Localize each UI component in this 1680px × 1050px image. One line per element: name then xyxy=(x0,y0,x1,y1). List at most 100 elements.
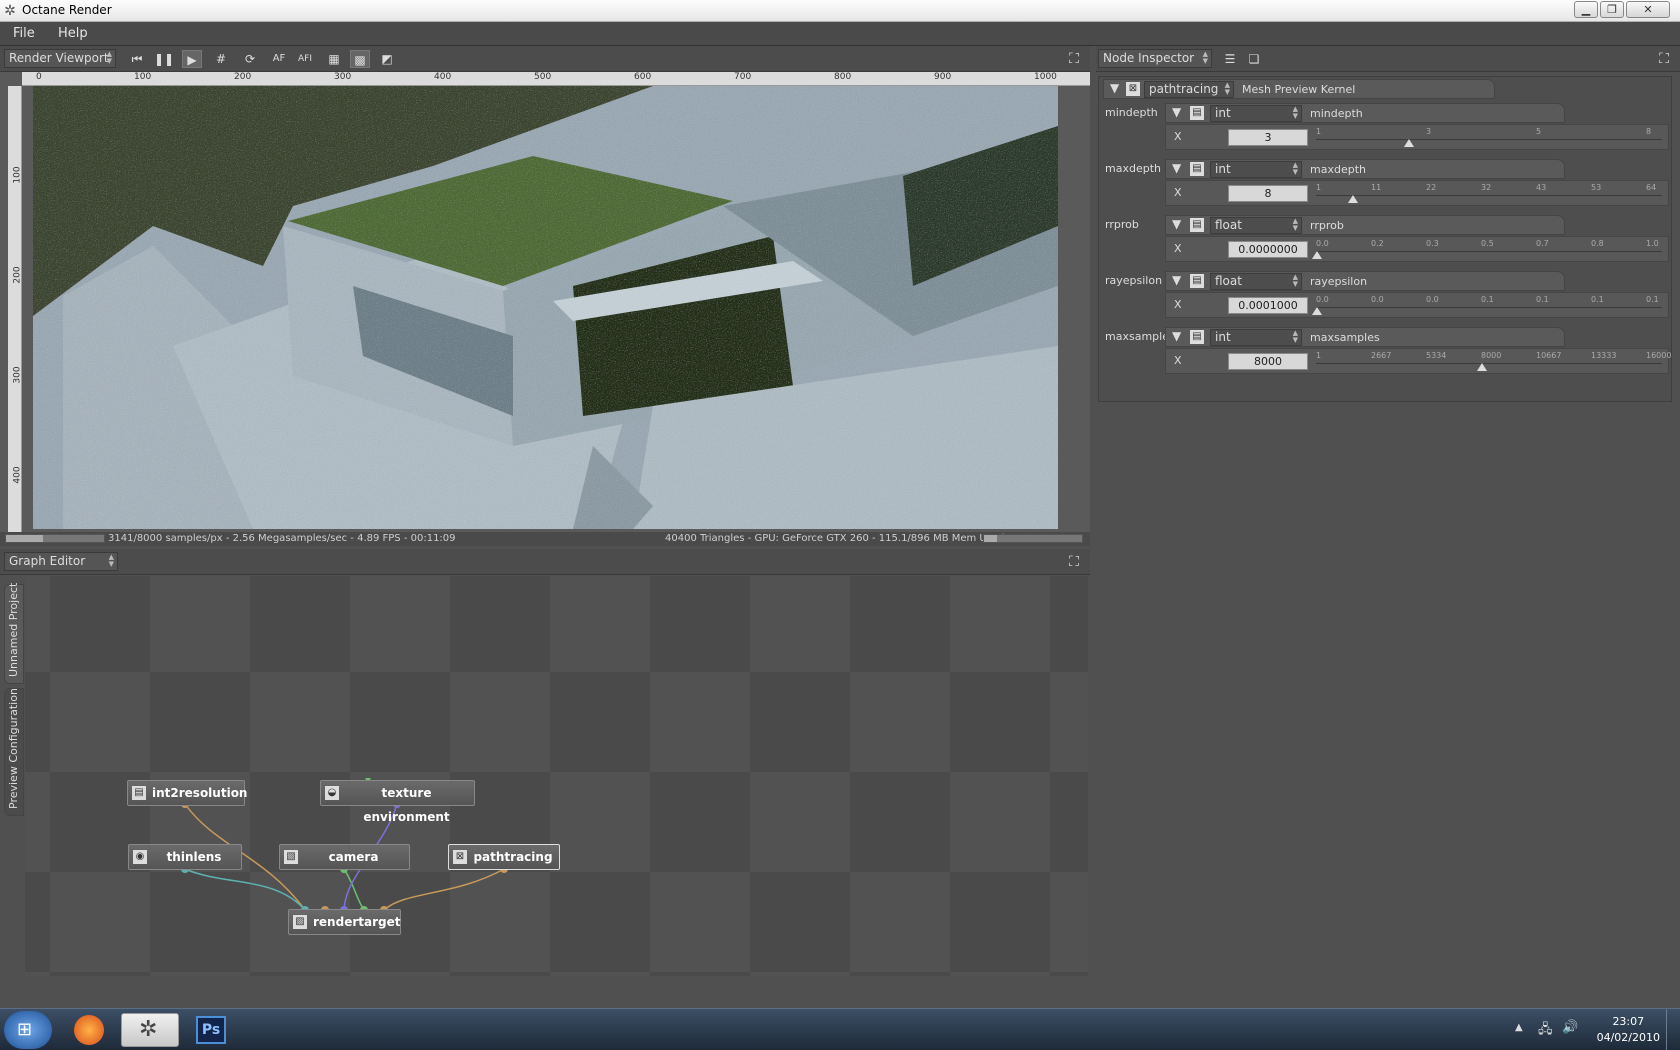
param-slider[interactable]: 0.0 0.2 0.3 0.5 0.7 0.8 1.0 xyxy=(1312,239,1662,259)
restore-button[interactable]: ❐ xyxy=(1600,1,1624,18)
param-type-combo[interactable]: int ▲ ▼ xyxy=(1210,105,1302,122)
node-label: pathtracing xyxy=(473,850,553,864)
node-pathtracing[interactable]: ⊠ pathtracing xyxy=(448,844,560,870)
taskbar-photoshop[interactable]: Ps xyxy=(183,1013,241,1047)
param-slider[interactable]: 1 3 5 8 xyxy=(1316,127,1662,147)
show-hidden-icons-icon[interactable]: ▲ xyxy=(1515,1022,1523,1033)
param-type-combo[interactable]: float ▲ ▼ xyxy=(1210,217,1302,234)
collapse-all-icon[interactable]: ☰ xyxy=(1220,50,1240,68)
menu-file[interactable]: File xyxy=(13,26,35,41)
menu-help[interactable]: Help xyxy=(58,26,88,41)
param-slider[interactable]: 0.0 0.0 0.0 0.1 0.1 0.1 0.1 xyxy=(1312,295,1662,315)
view-mode-alpha-icon[interactable]: ◩ xyxy=(377,50,397,68)
autofocus-image-button[interactable]: AFI xyxy=(295,50,315,68)
param-value-field[interactable]: 8000 xyxy=(1228,353,1308,370)
param-value-field[interactable]: 0.0001000 xyxy=(1228,297,1308,314)
taskbar-firefox[interactable] xyxy=(60,1013,118,1047)
slider-tick-label: 43 xyxy=(1536,183,1547,192)
slider-tick-label: 0.0 xyxy=(1316,239,1329,248)
collapse-arrow-icon[interactable]: ▼ xyxy=(1172,217,1181,231)
param-value-field[interactable]: 0.0000000 xyxy=(1228,241,1308,258)
taskbar-clock[interactable]: 23:07 04/02/2010 xyxy=(1597,1014,1660,1046)
tab-unnamed-project[interactable]: Unnamed Project xyxy=(4,583,24,684)
ruler-label: 900 xyxy=(934,72,952,82)
param-name: maxdepth xyxy=(1105,162,1161,175)
maximize-graph-icon[interactable]: ⛶ xyxy=(1066,554,1082,570)
view-mode-checker-icon[interactable]: ▩ xyxy=(350,50,370,68)
node-camera[interactable]: ▧ camera xyxy=(279,844,410,870)
node-inspector-combo[interactable]: Node Inspector ▲ ▼ xyxy=(1098,49,1212,68)
viewport-status-bar: 3141/8000 samples/px - 2.56 Megasamples/… xyxy=(0,532,1090,546)
slider-tick-label: 5 xyxy=(1536,127,1542,136)
node-int2resolution[interactable]: ▤ int2resolution xyxy=(127,780,247,806)
collapse-arrow-icon[interactable]: ▼ xyxy=(1172,161,1181,175)
value-node-icon: ▤ xyxy=(1190,330,1204,344)
memory-bar xyxy=(983,534,1083,543)
show-desktop-button[interactable] xyxy=(1666,1009,1680,1050)
slider-tick-label: 0.3 xyxy=(1426,239,1439,248)
ruler-label: 400 xyxy=(434,72,452,82)
view-mode-solid-icon[interactable]: ▦ xyxy=(324,50,344,68)
param-type-combo[interactable]: int ▲ ▼ xyxy=(1210,329,1302,346)
play-icon[interactable]: ▶ xyxy=(182,50,202,68)
collapse-arrow-icon[interactable]: ▼ xyxy=(1172,273,1181,287)
windows-logo-icon: ⊞ xyxy=(17,1019,33,1040)
maximize-inspector-icon[interactable]: ⛶ xyxy=(1656,51,1672,67)
render-stats: 3141/8000 samples/px - 2.56 Megasamples/… xyxy=(108,533,456,544)
param-type-combo[interactable]: int ▲ ▼ xyxy=(1210,161,1302,178)
param-value-field[interactable]: 3 xyxy=(1228,129,1308,146)
param-header-row: ▼ ▤ float ▲ ▼ rrprob xyxy=(1165,215,1565,235)
slider-thumb[interactable] xyxy=(1312,307,1322,315)
autofocus-button[interactable]: AF xyxy=(269,50,289,68)
slider-thumb[interactable] xyxy=(1404,139,1415,147)
network-icon[interactable]: 🖧 xyxy=(1538,1020,1553,1042)
grid-icon[interactable]: # xyxy=(211,50,231,68)
node-inspector-header: Node Inspector ▲ ▼ ☰ ❏ ⛶ xyxy=(1096,46,1680,72)
node-rendertarget[interactable]: ▨ rendertarget xyxy=(288,909,401,935)
param-type-combo[interactable]: float ▲ ▼ xyxy=(1210,273,1302,290)
graph-editor-combo[interactable]: Graph Editor ▲ ▼ xyxy=(4,552,118,571)
slider-thumb[interactable] xyxy=(1312,251,1322,259)
rewind-icon[interactable]: ⏮ xyxy=(127,50,147,68)
collapse-arrow-icon[interactable]: ▼ xyxy=(1110,81,1119,95)
graph-canvas[interactable]: ▤ int2resolution ◒ texture environment ◉… xyxy=(25,576,1088,976)
slider-tick-label: 2667 xyxy=(1371,351,1392,360)
title-bar: ✲ Octane Render ▁ ❐ ✕ xyxy=(0,0,1680,22)
render-image[interactable] xyxy=(33,86,1058,529)
photoshop-icon: Ps xyxy=(196,1016,226,1044)
render-viewport-combo[interactable]: Render Viewport ▲ ▼ xyxy=(4,49,116,68)
maximize-viewport-icon[interactable]: ⛶ xyxy=(1066,51,1082,67)
param-value-row: X31358 xyxy=(1165,124,1669,150)
graph-editor-header: Graph Editor ▲ ▼ ⛶ xyxy=(0,549,1090,575)
param-value-field[interactable]: 8 xyxy=(1228,185,1308,202)
slider-track xyxy=(1316,195,1662,196)
node-thinlens[interactable]: ◉ thinlens xyxy=(128,844,242,870)
taskbar-octane[interactable]: ✲ xyxy=(121,1013,179,1047)
param-slider[interactable]: 1 11 22 32 43 53 64 xyxy=(1316,183,1662,203)
ruler-label: 300 xyxy=(334,72,352,82)
ruler-label: 200 xyxy=(234,72,252,82)
value-node-icon: ▤ xyxy=(1190,274,1204,288)
combo-arrows-icon: ▲ ▼ xyxy=(1292,217,1298,232)
param-header-row: ▼ ▤ int ▲ ▼ maxsamples xyxy=(1165,327,1565,347)
slider-thumb[interactable] xyxy=(1477,363,1487,371)
close-button[interactable]: ✕ xyxy=(1626,1,1670,18)
expand-all-icon[interactable]: ❏ xyxy=(1244,50,1264,68)
collapse-arrow-icon[interactable]: ▼ xyxy=(1172,105,1181,119)
node-texture-environment[interactable]: ◒ texture environment xyxy=(320,780,475,824)
combo-arrows-icon: ▲ ▼ xyxy=(1292,273,1298,288)
refresh-icon[interactable]: ⟳ xyxy=(240,50,260,68)
tab-preview-configuration[interactable]: Preview Configuration xyxy=(4,688,24,816)
collapse-arrow-icon[interactable]: ▼ xyxy=(1172,329,1181,343)
start-button[interactable]: ⊞ xyxy=(4,1011,52,1049)
kernel-node-icon: ⊠ xyxy=(1126,82,1140,96)
kernel-type-combo[interactable]: pathtracing ▲ ▼ xyxy=(1144,81,1234,98)
slider-thumb[interactable] xyxy=(1348,195,1359,203)
pause-icon[interactable]: ❚❚ xyxy=(154,50,174,68)
slider-track xyxy=(1316,139,1662,140)
slider-tick-label: 0.0 xyxy=(1426,295,1439,304)
param-slider[interactable]: 1 2667 5334 8000 10667 13333 16000 xyxy=(1316,351,1671,371)
slider-tick-label: 1 xyxy=(1316,351,1322,360)
volume-icon[interactable]: 🔊 xyxy=(1562,1020,1578,1035)
minimize-button[interactable]: ▁ xyxy=(1574,1,1598,18)
